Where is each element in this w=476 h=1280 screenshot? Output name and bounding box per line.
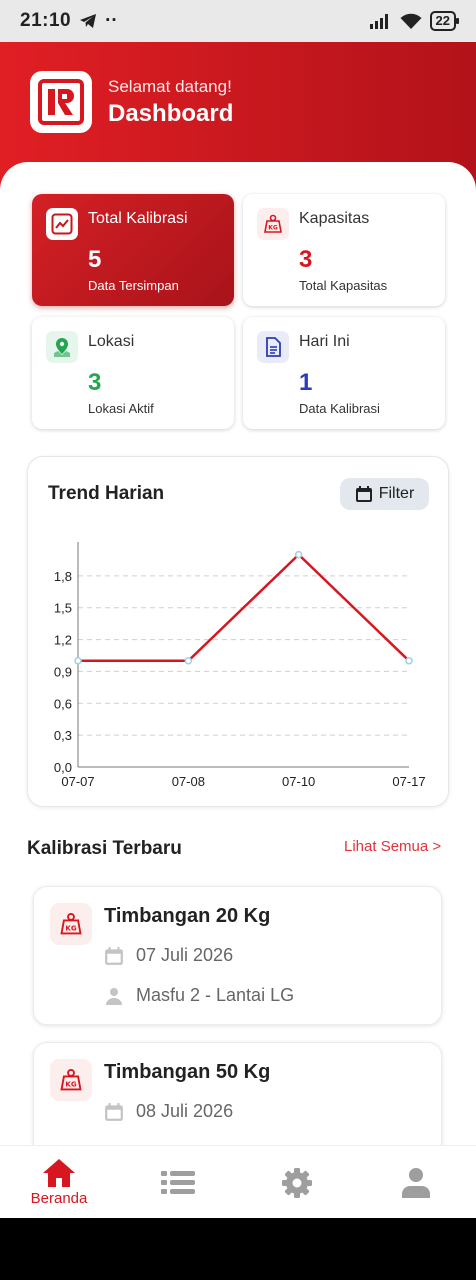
- user-icon: [402, 1167, 430, 1198]
- data-point: [294, 550, 303, 559]
- nav-home-label: Beranda: [30, 1190, 88, 1207]
- svg-text:KG: KG: [65, 924, 76, 933]
- status-time: 21:10: [20, 10, 72, 31]
- logo-mark: [38, 79, 84, 125]
- recent-item-name: Timbangan 20 Kg: [104, 905, 271, 927]
- trend-chart-card: Trend Harian Filter 0,0 0,3 0,6 0,9 1,2 1,5 1,…: [27, 456, 449, 807]
- content-sheet: Total Kalibrasi 5 Data Tersimpan KG Kapa…: [0, 162, 476, 1181]
- page-title: Dashboard: [108, 100, 234, 127]
- stat-sub: Total Kapasitas: [299, 278, 388, 293]
- home-icon: [43, 1159, 75, 1187]
- calendar-icon: [105, 1102, 123, 1121]
- status-extra: ··: [105, 10, 118, 31]
- recent-item-date: 08 Juli 2026: [136, 1101, 234, 1121]
- data-point: [405, 657, 413, 665]
- calendar-icon: [105, 946, 123, 965]
- weight-kg-icon: KG: [50, 1059, 92, 1101]
- data-point: [74, 657, 82, 665]
- x-tick-label: 07-17: [392, 774, 425, 789]
- weight-kg-icon: KG: [50, 903, 92, 945]
- recent-section-title: Kalibrasi Terbaru: [27, 838, 182, 859]
- trend-line-chart: 0,0 0,3 0,6 0,9 1,2 1,5 1,8 07-07 07-08 07-10 07-1…: [54, 542, 426, 789]
- stat-label: Total Kalibrasi: [88, 210, 188, 227]
- svg-text:KG: KG: [268, 225, 278, 232]
- nav-home[interactable]: Beranda: [19, 1146, 99, 1218]
- list-icon: [161, 1170, 195, 1194]
- y-tick-label: 0,6: [54, 696, 72, 711]
- stat-value: 1: [299, 369, 313, 396]
- map-pin-icon: [46, 331, 78, 363]
- stat-card-kapasitas[interactable]: KG Kapasitas 3 Total Kapasitas: [243, 194, 445, 306]
- stat-card-total-kalibrasi[interactable]: Total Kalibrasi 5 Data Tersimpan: [32, 194, 234, 306]
- battery-indicator: 22: [429, 11, 460, 31]
- stat-label: Lokasi: [88, 333, 135, 350]
- y-tick-label: 0,9: [54, 664, 72, 679]
- welcome-text: Selamat datang!: [108, 77, 232, 96]
- recent-item-card[interactable]: KG Timbangan 20 Kg 07 Juli 2026 Masfu 2 …: [33, 886, 442, 1025]
- stat-sub: Data Kalibrasi: [299, 401, 380, 416]
- x-tick-label: 07-10: [282, 774, 315, 789]
- y-tick-label: 1,5: [54, 601, 72, 616]
- see-all-link[interactable]: Lihat Semua >: [344, 838, 441, 855]
- stat-value: 5: [88, 246, 102, 273]
- stat-value: 3: [299, 246, 313, 273]
- recent-item-person: Masfu 2 - Lantai LG: [136, 985, 295, 1005]
- chart-icon: [46, 208, 78, 240]
- person-icon: [106, 987, 122, 1005]
- gear-icon: [282, 1167, 312, 1198]
- weight-kg-icon: KG: [257, 208, 289, 240]
- app-logo: [30, 71, 92, 133]
- data-point: [184, 657, 193, 665]
- nav-list[interactable]: [138, 1146, 218, 1218]
- nav-settings[interactable]: [257, 1146, 337, 1218]
- status-bar: 21:10 ·· 22: [0, 0, 476, 42]
- wifi-icon: [400, 13, 422, 29]
- y-tick-label: 1,2: [54, 633, 72, 648]
- stat-card-hari-ini[interactable]: Hari Ini 1 Data Kalibrasi: [243, 317, 445, 429]
- svg-text:KG: KG: [65, 1080, 76, 1089]
- y-tick-label: 1,8: [54, 569, 72, 584]
- stat-value: 3: [88, 369, 102, 396]
- stat-card-lokasi[interactable]: Lokasi 3 Lokasi Aktif: [32, 317, 234, 429]
- stat-sub: Data Tersimpan: [88, 278, 179, 293]
- recent-item-date: 07 Juli 2026: [136, 945, 234, 965]
- x-tick-label: 07-08: [172, 774, 205, 789]
- document-icon: [257, 331, 289, 363]
- nav-profile[interactable]: [376, 1146, 456, 1218]
- x-tick-label: 07-07: [61, 774, 94, 789]
- app-screen: 21:10 ·· 22 Selamat datang! Dashboard To…: [0, 0, 476, 1218]
- recent-item-name: Timbangan 50 Kg: [104, 1061, 271, 1083]
- stat-label: Kapasitas: [299, 210, 370, 227]
- y-tick-label: 0,0: [54, 760, 72, 775]
- stat-label: Hari Ini: [299, 333, 350, 350]
- telegram-icon: [80, 14, 97, 28]
- y-tick-label: 0,3: [54, 728, 72, 743]
- stat-sub: Lokasi Aktif: [88, 401, 154, 416]
- signal-icon: [369, 14, 388, 29]
- bottom-navigation: Beranda: [0, 1145, 476, 1218]
